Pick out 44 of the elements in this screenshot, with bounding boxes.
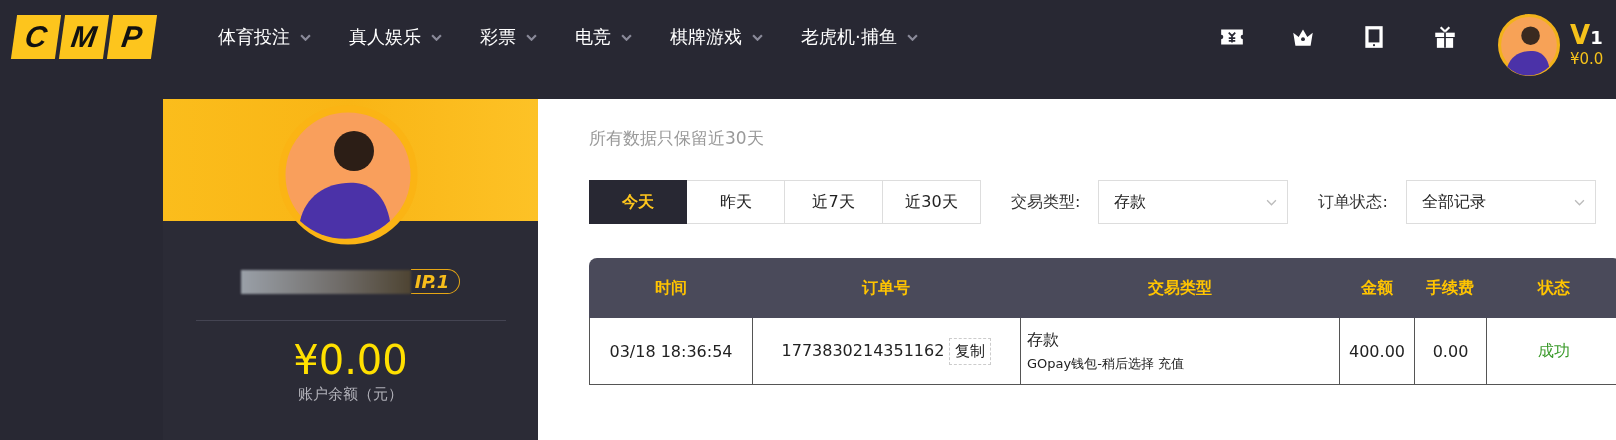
column-header: 手续费 [1414,258,1486,318]
logo[interactable]: C M P [10,15,158,59]
gift-icon[interactable] [1432,24,1458,50]
table-cell: 1773830214351162 [781,340,945,360]
column-header: 交易类型 [1020,258,1339,318]
nav-menu-item[interactable]: 彩票 [480,25,537,49]
nav-menu-item[interactable]: 老虎机·捕鱼 [801,25,918,49]
chevron-down-icon [526,33,537,41]
chevron-down-icon [621,33,632,41]
retention-note: 所有数据只保留近30天 [589,127,765,150]
date-range-tab[interactable]: 近30天 [883,180,981,224]
account-balance: ¥0.00 [293,337,408,383]
filter-dropdown[interactable]: 全部记录 [1405,180,1596,224]
date-range-tab[interactable]: 近7天 [785,180,883,224]
nav-menu-item[interactable]: 体育投注 [218,25,311,49]
chevron-down-icon [431,33,442,41]
nav-menu-item[interactable]: 棋牌游戏 [670,25,763,49]
chevron-down-icon [752,33,763,41]
copy-button[interactable]: 复制 [949,337,992,365]
nav-menu-item[interactable]: 电竞 [575,25,632,49]
vip-level: V1 [1570,20,1604,50]
column-header: 金额 [1339,258,1414,318]
table-cell-text: 存款 [1027,329,1060,351]
column-header: 时间 [589,258,752,318]
table-cell-text: GOpay钱包-稍后选择 充值 [1027,354,1186,373]
chevron-down-icon [300,33,311,41]
balance-label: 账户余额（元） [298,385,403,404]
filter-label: 订单状态: [1318,191,1388,213]
balance-text: ¥0.0 [1570,50,1605,68]
chevron-down-icon [1266,198,1278,206]
chevron-down-icon [906,33,918,41]
column-header: 订单号 [752,258,1020,318]
chevron-down-icon [1573,198,1585,206]
table-cell: 400.00 [1349,341,1405,361]
filter-dropdown[interactable]: 存款 [1098,180,1289,224]
filter-label: 交易类型: [1011,191,1081,213]
table-cell: 0.00 [1432,341,1469,361]
date-range-tab[interactable]: 今天 [589,180,687,224]
column-header: 状态 [1486,258,1616,318]
date-range-tab[interactable]: 昨天 [687,180,785,224]
table-cell: 03/18 18:36:54 [609,341,733,361]
status-text: 成功 [1537,340,1570,360]
nav-menu-item[interactable]: 真人娱乐 [349,25,442,49]
avatar[interactable] [1498,14,1560,76]
